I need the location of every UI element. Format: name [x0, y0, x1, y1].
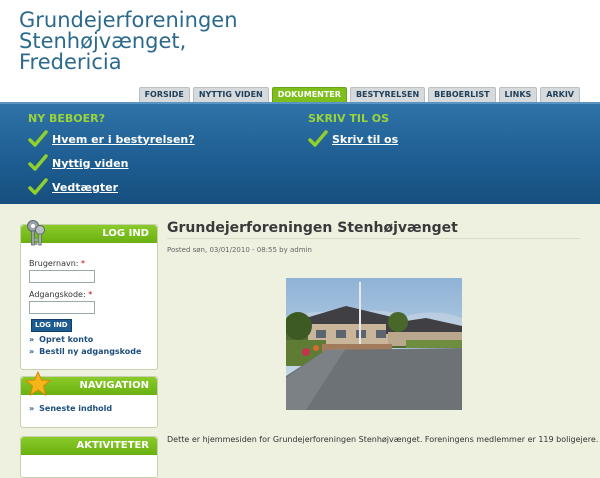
check-icon	[28, 130, 48, 147]
node-meta: Posted søn, 03/01/2010 - 08:55 by admin	[167, 246, 312, 254]
password-label: Adgangskode: *	[29, 290, 92, 299]
activities-block: AKTIVITETER	[20, 436, 158, 478]
bullet: »	[29, 335, 35, 344]
site-title-line-1[interactable]: Grundejerforeningen	[19, 10, 238, 31]
check-icon	[28, 178, 48, 195]
banner-contact: SKRIV TIL OS Skriv til os	[308, 112, 398, 150]
nav-tab-dokumenter[interactable]: DOKUMENTER	[271, 87, 347, 102]
login-block: LOG IND Brugernavn: * Adgangskode: * LOG…	[20, 220, 158, 370]
nav-tab-bestyrelsen[interactable]: BESTYRELSEN	[349, 87, 426, 102]
link-bestyrelsen[interactable]: Hvem er i bestyrelsen?	[52, 133, 195, 146]
banner-new-resident: NY BEBOER? Hvem er i bestyrelsen? Nyttig…	[28, 112, 195, 198]
navigation-block-title: NAVIGATION	[21, 371, 157, 397]
login-block-title: LOG IND	[21, 220, 157, 246]
node-title: Grundejerforeningen Stenhøjvænget	[167, 220, 458, 236]
house-photo	[286, 278, 462, 410]
check-icon	[308, 130, 328, 147]
content-area: LOG IND Brugernavn: * Adgangskode: * LOG…	[0, 204, 600, 478]
create-account-link-text[interactable]: Opret konto	[39, 335, 93, 344]
banner-heading-contact: SKRIV TIL OS	[308, 112, 390, 125]
banner-link-item: Skriv til os	[308, 128, 398, 150]
site-header: Grundejerforeningen Stenhøjvænget, Frede…	[0, 0, 600, 102]
site-title[interactable]: Grundejerforeningen Stenhøjvænget, Frede…	[19, 10, 238, 73]
request-password-link[interactable]: » Bestil ny adgangskode	[29, 347, 141, 356]
check-icon	[28, 154, 48, 171]
username-label: Brugernavn: *	[29, 259, 85, 268]
password-label-text: Adgangskode:	[29, 290, 86, 299]
link-vedtaegter[interactable]: Vedtægter	[52, 181, 118, 194]
activities-block-title: AKTIVITETER	[21, 437, 157, 455]
bullet: »	[29, 404, 35, 413]
nav-tab-nyttig-viden[interactable]: NYTTIG VIDEN	[192, 87, 269, 102]
keys-icon	[27, 220, 45, 246]
navigation-block-title-text: NAVIGATION	[79, 380, 149, 391]
nav-tab-links[interactable]: LINKS	[498, 87, 538, 102]
nav-tab-forside[interactable]: FORSIDE	[138, 87, 190, 102]
site-title-line-3[interactable]: Fredericia	[19, 52, 238, 73]
bullet: »	[29, 347, 35, 356]
login-block-title-text: LOG IND	[102, 228, 149, 239]
password-input[interactable]	[29, 301, 95, 314]
banner-heading-new-resident: NY BEBOER?	[28, 112, 105, 125]
link-skriv-til-os[interactable]: Skriv til os	[332, 133, 398, 146]
request-password-link-text[interactable]: Bestil ny adgangskode	[39, 347, 141, 356]
banner-link-item: Hvem er i bestyrelsen?	[28, 128, 195, 150]
banner-link-item: Nyttig viden	[28, 152, 195, 174]
divider	[167, 238, 580, 239]
banner-link-item: Vedtægter	[28, 176, 195, 198]
banner: NY BEBOER? Hvem er i bestyrelsen? Nyttig…	[0, 102, 600, 204]
primary-nav: FORSIDE NYTTIG VIDEN DOKUMENTER BESTYREL…	[138, 87, 580, 102]
site-title-line-2[interactable]: Stenhøjvænget,	[19, 31, 238, 52]
username-input[interactable]	[29, 270, 95, 283]
required-mark: *	[88, 290, 93, 299]
nav-tab-beboerlist[interactable]: BEBOERLIST	[428, 87, 496, 102]
recent-content-link[interactable]: » Seneste indhold	[29, 404, 112, 413]
nav-tab-arkiv[interactable]: ARKIV	[540, 87, 580, 102]
username-label-text: Brugernavn:	[29, 259, 79, 268]
star-icon	[25, 371, 51, 397]
link-nyttig-viden[interactable]: Nyttig viden	[52, 157, 128, 170]
login-button[interactable]: LOG IND	[31, 319, 72, 332]
navigation-block: NAVIGATION » Seneste indhold	[20, 371, 158, 428]
node-body: Dette er hjemmesiden for Grundejerforeni…	[167, 435, 599, 444]
required-mark: *	[81, 259, 86, 268]
create-account-link[interactable]: » Opret konto	[29, 335, 93, 344]
recent-content-link-text[interactable]: Seneste indhold	[39, 404, 112, 413]
